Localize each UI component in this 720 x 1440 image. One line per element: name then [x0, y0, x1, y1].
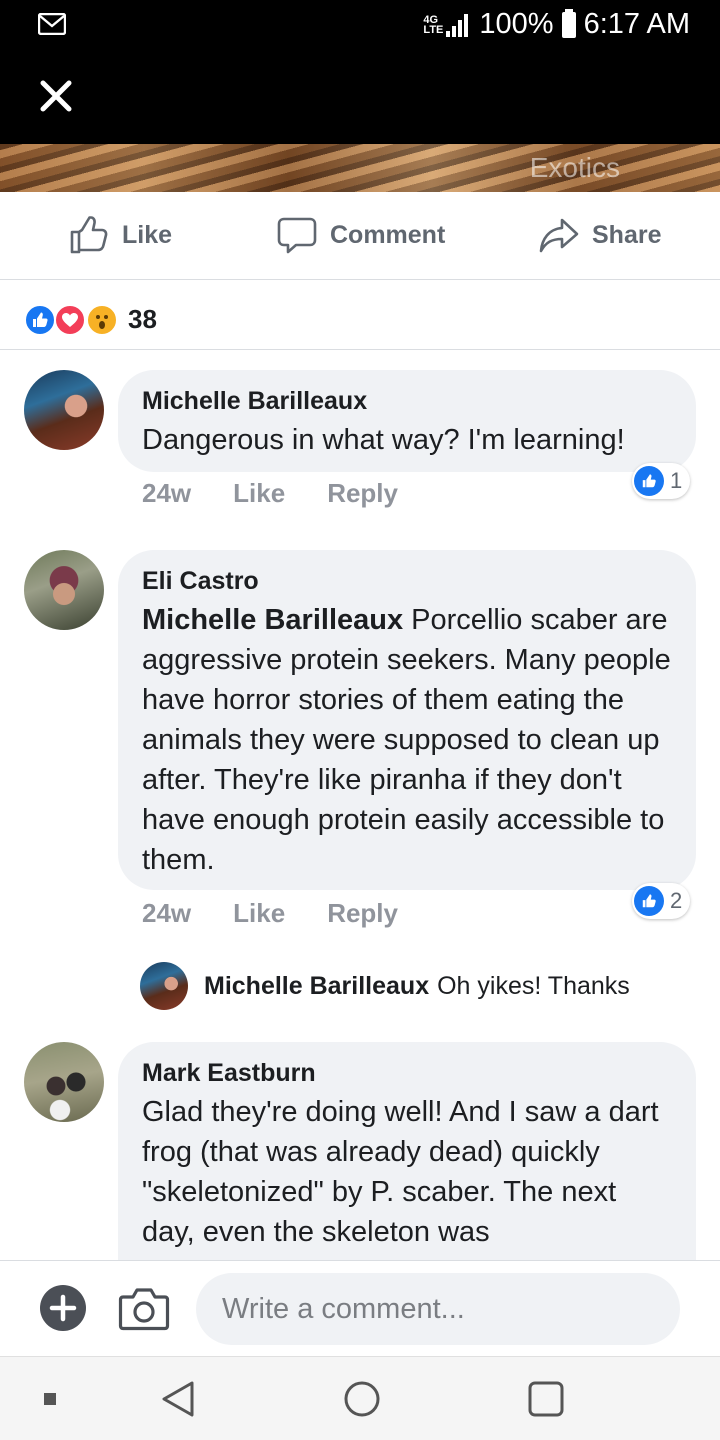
close-icon[interactable] — [36, 76, 76, 116]
comment-time[interactable]: 24w — [142, 898, 191, 929]
reply-preview[interactable]: Michelle Barilleaux Oh yikes! Thanks — [140, 962, 630, 1010]
camera-icon[interactable] — [118, 1283, 170, 1333]
comment-likes-badge[interactable]: 2 — [632, 883, 691, 919]
like-badge-icon — [634, 466, 664, 496]
comment-reply-link[interactable]: Reply — [327, 478, 398, 509]
avatar[interactable] — [24, 370, 104, 450]
comment-author[interactable]: Mark Eastburn — [142, 1058, 672, 1088]
comment-meta: 24w Like Reply — [142, 478, 398, 509]
overview-icon[interactable] — [528, 1381, 564, 1417]
network-type: 4G LTE — [423, 13, 444, 36]
post-photo[interactable]: Exotics — [0, 144, 720, 192]
share-button[interactable]: Share — [538, 214, 661, 256]
avatar[interactable] — [24, 550, 104, 630]
status-right: 4G LTE 100% 6:17 AM — [423, 8, 690, 41]
comment-icon — [277, 217, 317, 254]
comment-text: Dangerous in what way? I'm learning! — [142, 424, 625, 456]
battery-percent: 100% — [479, 8, 554, 40]
comment-time[interactable]: 24w — [142, 478, 191, 509]
comment-meta: 24w Like Reply — [142, 898, 398, 929]
plus-icon — [49, 1294, 77, 1322]
reaction-count: 38 — [128, 304, 157, 334]
comment-reply-link[interactable]: Reply — [327, 898, 398, 929]
add-attachment-button[interactable] — [40, 1285, 86, 1331]
reply-author[interactable]: Michelle Barilleaux — [204, 972, 429, 1001]
like-reaction-icon — [24, 304, 56, 336]
back-icon[interactable] — [160, 1379, 196, 1419]
home-icon[interactable] — [342, 1379, 382, 1419]
love-reaction-icon — [54, 304, 86, 336]
wow-reaction-icon — [86, 304, 118, 336]
like-badge-count: 1 — [670, 468, 683, 493]
comment-text: Glad they're doing well! And I saw a dar… — [142, 1096, 659, 1248]
status-bar: 4G LTE 100% 6:17 AM — [0, 0, 720, 50]
gmail-icon — [38, 13, 66, 35]
comment-bubble: Eli Castro Michelle Barilleaux Porcellio… — [118, 550, 696, 890]
comment-likes-badge[interactable]: 1 — [632, 463, 691, 499]
comment-composer — [0, 1260, 720, 1356]
photo-viewer-toolbar — [0, 50, 720, 144]
signal-icon — [446, 13, 469, 37]
comment-author[interactable]: Eli Castro — [142, 566, 672, 596]
avatar[interactable] — [24, 1042, 104, 1122]
recents-dot-icon[interactable] — [44, 1393, 56, 1405]
reply-text: Oh yikes! Thanks — [437, 971, 630, 1000]
avatar[interactable] — [140, 962, 188, 1010]
post-action-bar: Like Comment Share — [0, 192, 720, 280]
share-icon — [539, 218, 579, 253]
comment-label: Comment — [330, 220, 446, 249]
like-label: Like — [122, 220, 173, 249]
like-button[interactable]: Like — [68, 214, 172, 256]
comment-mention[interactable]: Michelle Barilleaux — [142, 604, 403, 636]
comment-author[interactable]: Michelle Barilleaux — [142, 386, 672, 416]
like-badge-icon — [634, 886, 664, 916]
reactions-summary[interactable]: 38 — [0, 280, 720, 350]
comment-bubble: Michelle Barilleaux Dangerous in what wa… — [118, 370, 696, 472]
clock: 6:17 AM — [583, 8, 690, 40]
android-nav-bar — [0, 1356, 720, 1440]
comment-text: Michelle Barilleaux Porcellio scaber are… — [142, 600, 672, 880]
like-badge-count: 2 — [670, 888, 683, 913]
photo-watermark: Exotics — [529, 152, 620, 183]
comment-button[interactable]: Comment — [276, 214, 445, 256]
comment-input[interactable] — [196, 1273, 680, 1345]
comment-like-link[interactable]: Like — [233, 478, 285, 509]
thumbs-up-icon — [70, 216, 108, 254]
share-label: Share — [592, 220, 662, 249]
battery-icon — [561, 8, 576, 38]
comment-like-link[interactable]: Like — [233, 898, 285, 929]
comment-body: Porcellio scaber are aggressive protein … — [142, 604, 671, 876]
